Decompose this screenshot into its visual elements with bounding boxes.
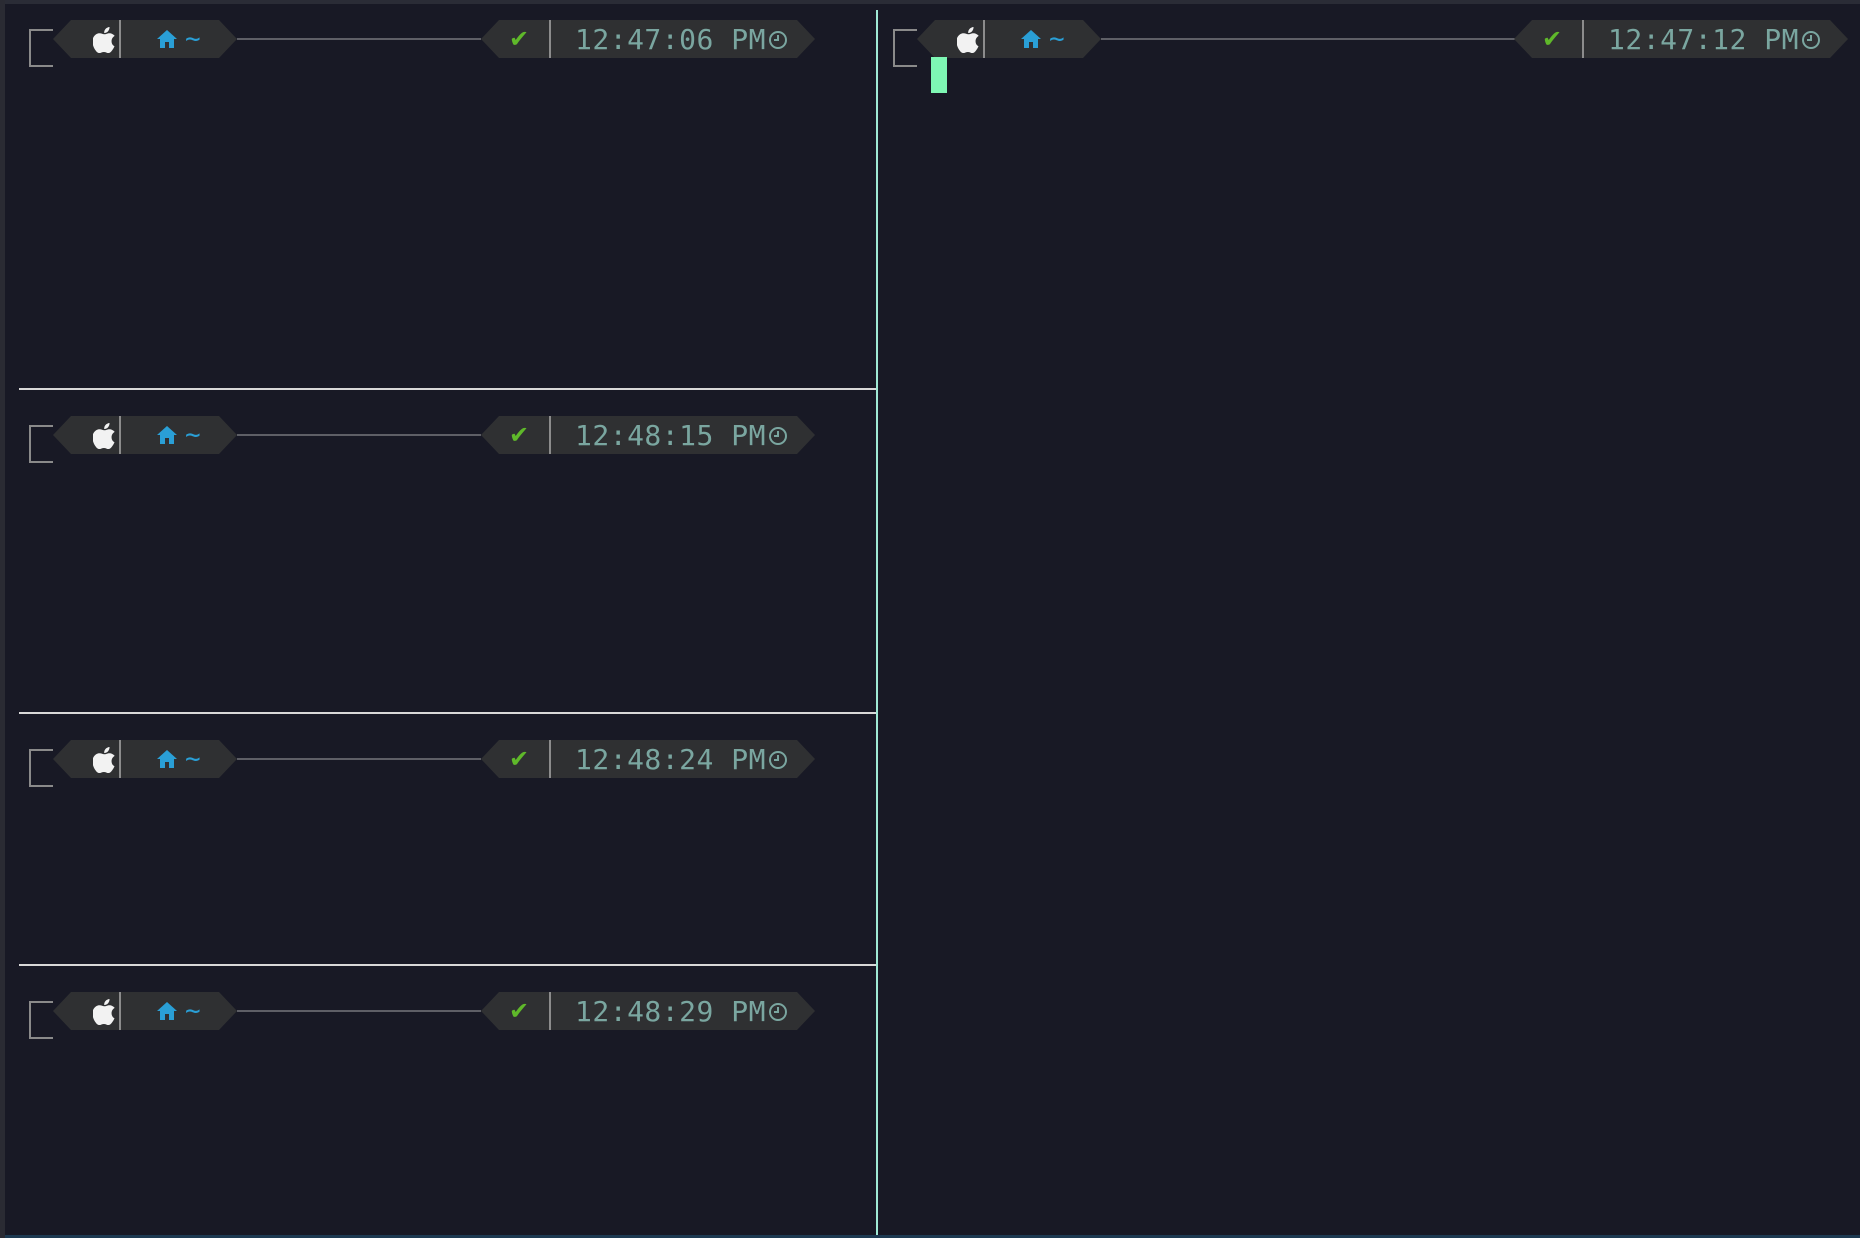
segment-separator [1582, 20, 1584, 58]
prompt-bracket [29, 749, 53, 787]
prompt-left-segment: ~ [53, 992, 237, 1030]
prompt-time: 12:48:29 PM [575, 995, 766, 1028]
window-top-edge [5, 0, 1860, 4]
status-ok-icon: ✔ [509, 25, 530, 53]
pane-divider-horizontal[interactable] [19, 964, 876, 966]
prompt-time: 12:48:15 PM [575, 419, 766, 452]
prompt-line: ~ ✔ 12:48:29 PM [19, 982, 876, 1062]
segment-separator [119, 416, 121, 454]
prompt-bracket [893, 29, 917, 67]
clock-icon [1802, 31, 1820, 49]
prompt-line: ~ ✔ 12:48:24 PM [19, 730, 876, 810]
segment-separator [119, 740, 121, 778]
prompt-right-segment: ✔ 12:48:24 PM [481, 740, 815, 778]
apple-icon [93, 423, 115, 449]
status-ok-icon: ✔ [509, 745, 530, 773]
prompt-right-segment: ✔ 12:48:29 PM [481, 992, 815, 1030]
apple-icon [957, 27, 979, 53]
home-icon [157, 750, 177, 768]
terminal-pane-left-3[interactable]: ~ ✔ 12:48:24 PM [19, 730, 876, 964]
segment-separator [119, 992, 121, 1030]
terminal-pane-left-1[interactable]: ~ ✔ 12:47:06 PM [19, 10, 876, 396]
prompt-bracket [29, 425, 53, 463]
home-icon [157, 426, 177, 444]
clock-icon [769, 1003, 787, 1021]
path-text: ~ [185, 996, 201, 1026]
path-text: ~ [185, 744, 201, 774]
prompt-bracket [29, 29, 53, 67]
pane-divider-horizontal[interactable] [19, 388, 876, 390]
prompt-right-segment: ✔ 12:47:06 PM [481, 20, 815, 58]
path-text: ~ [185, 420, 201, 450]
clock-icon [769, 751, 787, 769]
apple-icon [93, 999, 115, 1025]
terminal-pane-right-active[interactable]: ~ ✔ 12:47:12 PM [878, 10, 1860, 1236]
segment-separator [549, 740, 551, 778]
segment-separator [549, 20, 551, 58]
segment-separator [549, 992, 551, 1030]
prompt-left-segment: ~ [53, 416, 237, 454]
apple-icon [93, 747, 115, 773]
segment-separator [983, 20, 985, 58]
prompt-left-segment: ~ [917, 20, 1101, 58]
prompt-right-segment: ✔ 12:48:15 PM [481, 416, 815, 454]
path-text: ~ [185, 24, 201, 54]
prompt-time: 12:47:06 PM [575, 23, 766, 56]
prompt-bracket [29, 1001, 53, 1039]
status-ok-icon: ✔ [1542, 25, 1563, 53]
prompt-time: 12:47:12 PM [1608, 23, 1799, 56]
pane-divider-horizontal[interactable] [19, 712, 876, 714]
status-ok-icon: ✔ [509, 997, 530, 1025]
clock-icon [769, 427, 787, 445]
segment-separator [119, 20, 121, 58]
home-icon [1021, 30, 1041, 48]
apple-icon [93, 27, 115, 53]
home-icon [157, 1002, 177, 1020]
segment-separator [549, 416, 551, 454]
prompt-rule [237, 434, 481, 436]
prompt-rule [237, 758, 481, 760]
prompt-rule [237, 1010, 481, 1012]
prompt-line: ~ ✔ 12:47:06 PM [19, 10, 876, 90]
prompt-time: 12:48:24 PM [575, 743, 766, 776]
terminal-pane-left-2[interactable]: ~ ✔ 12:48:15 PM [19, 406, 876, 712]
prompt-right-segment: ✔ 12:47:12 PM [1514, 20, 1848, 58]
home-icon [157, 30, 177, 48]
prompt-line: ~ ✔ 12:48:15 PM [19, 406, 876, 486]
prompt-left-segment: ~ [53, 20, 237, 58]
status-ok-icon: ✔ [509, 421, 530, 449]
terminal-pane-left-4[interactable]: ~ ✔ 12:48:29 PM [19, 982, 876, 1236]
clock-icon [769, 31, 787, 49]
prompt-left-segment: ~ [53, 740, 237, 778]
prompt-rule [1101, 38, 1528, 40]
prompt-rule [237, 38, 481, 40]
terminal-window: ~ ✔ 12:47:06 PM ~ ✔ 12:48:15 PM ~ ✔ 12:4… [0, 0, 1860, 1238]
prompt-line: ~ ✔ 12:47:12 PM [878, 10, 1860, 93]
text-cursor[interactable] [931, 57, 947, 93]
path-text: ~ [1049, 24, 1065, 54]
